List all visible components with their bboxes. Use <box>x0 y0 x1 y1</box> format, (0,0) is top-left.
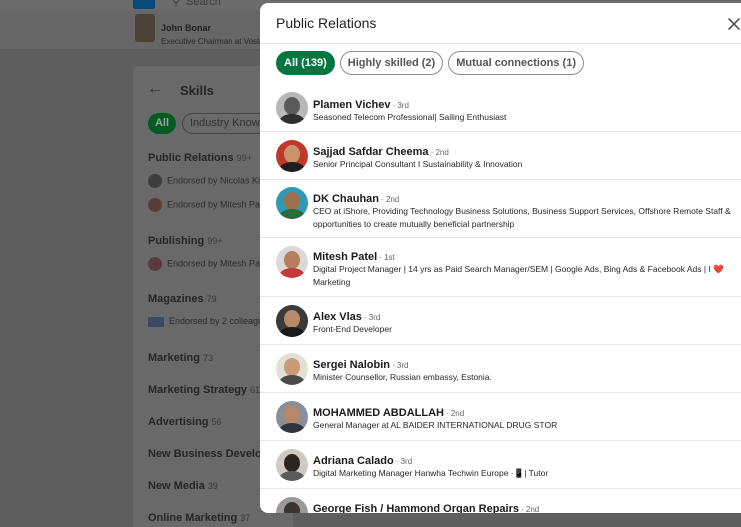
person-headline: Front-End Developer <box>313 324 392 334</box>
list-item[interactable]: Alex Vlas · 3rd Front-End Developer <box>260 297 741 345</box>
endorsement-line: Endorsed by Nicolas Kir <box>148 174 263 188</box>
person-name[interactable]: Adriana Calado <box>313 455 394 467</box>
linkedin-logo-icon[interactable] <box>133 0 155 9</box>
profile-avatar[interactable] <box>135 14 155 42</box>
skills-heading: Skills <box>180 83 214 98</box>
skill-item-marketing-strategy[interactable]: Marketing Strategy 61 <box>148 384 260 396</box>
search-input[interactable]: Search <box>186 0 221 8</box>
list-item[interactable]: Sergei Nalobin · 3rd Minister Counsellor,… <box>260 345 741 393</box>
endorsement-line: Endorsed by Mitesh Pa <box>148 257 260 271</box>
endorser-avatar <box>148 198 162 212</box>
person-headline: Digital Project Manager | 14 yrs as Paid… <box>313 264 724 287</box>
person-headline: Seasoned Telecom Professional| Sailing E… <box>313 112 507 122</box>
list-item[interactable]: MOHAMMED ABDALLAH · 2nd General Manager a… <box>260 393 741 441</box>
connection-degree: · 3rd <box>392 361 409 370</box>
person-name[interactable]: Sajjad Safdar Cheema <box>313 146 429 158</box>
skill-item-advertising[interactable]: Advertising 56 <box>148 416 222 428</box>
list-item[interactable]: DK Chauhan · 2nd CEO at iShore, Providing… <box>260 180 741 238</box>
list-item[interactable]: George Fish / Hammond Organ Repairs · 2nd <box>260 489 741 513</box>
skill-item-publishing[interactable]: Publishing 99+ <box>148 235 223 247</box>
close-icon[interactable] <box>726 16 741 32</box>
colleague-logo-icon <box>148 316 164 327</box>
person-name[interactable]: DK Chauhan <box>313 193 379 205</box>
person-name[interactable]: George Fish / Hammond Organ Repairs <box>313 503 519 513</box>
connection-degree: · 1st <box>379 253 395 262</box>
endorsers-modal: Public Relations All (139) Highly skille… <box>260 3 741 513</box>
skill-item-online-marketing[interactable]: Online Marketing 37 <box>148 512 250 524</box>
profile-name: John Bonar <box>161 23 212 33</box>
connection-degree: · 2nd <box>430 148 449 157</box>
person-name[interactable]: Plamen Vichev <box>313 99 390 111</box>
person-name[interactable]: MOHAMMED ABDALLAH <box>313 407 444 419</box>
avatar[interactable] <box>276 353 308 385</box>
modal-header: Public Relations <box>260 3 741 44</box>
filter-highly-skilled-pill[interactable]: Highly skilled (2) <box>339 51 444 75</box>
person-headline: Digital Marketing Manager Hanwha Techwin… <box>313 468 549 478</box>
endorsement-line: Endorsed by Mitesh Pa <box>148 198 260 212</box>
avatar[interactable] <box>276 449 308 481</box>
filter-mutual-connections-pill[interactable]: Mutual connections (1) <box>448 51 584 75</box>
endorser-avatar <box>148 174 162 188</box>
person-headline: Minister Counsellor, Russian embassy, Es… <box>313 372 492 382</box>
connection-degree: · 2nd <box>521 505 540 513</box>
person-name[interactable]: Alex Vlas <box>313 311 362 323</box>
skill-item-new-media[interactable]: New Media 39 <box>148 480 218 492</box>
list-item[interactable]: Mitesh Patel · 1st Digital Project Manage… <box>260 238 741 297</box>
person-name[interactable]: Mitesh Patel <box>313 251 377 263</box>
filter-all-pill[interactable]: All (139) <box>276 51 335 75</box>
connection-degree: · 3rd <box>392 101 409 110</box>
list-item[interactable]: Sajjad Safdar Cheema · 2nd Senior Princip… <box>260 132 741 180</box>
endorsement-line: Endorsed by 2 colleague <box>148 316 268 327</box>
list-item[interactable]: Plamen Vichev · 3rd Seasoned Telecom Prof… <box>260 86 741 132</box>
skill-item-public-relations[interactable]: Public Relations 99+ <box>148 152 252 164</box>
avatar[interactable] <box>276 187 308 219</box>
filter-pills: All (139) Highly skilled (2) Mutual conn… <box>276 51 584 75</box>
person-headline: Senior Principal Consultant I Sustainabi… <box>313 159 523 169</box>
skill-item-marketing[interactable]: Marketing 73 <box>148 352 213 364</box>
connection-degree: · 2nd <box>381 195 400 204</box>
avatar[interactable] <box>276 246 308 278</box>
skill-item-magazines[interactable]: Magazines 79 <box>148 293 217 305</box>
connection-degree: · 3rd <box>395 457 413 466</box>
list-item[interactable]: Adriana Calado · 3rd Digital Marketing Ma… <box>260 441 741 489</box>
avatar[interactable] <box>276 140 308 172</box>
back-arrow-icon[interactable]: ← <box>147 80 163 98</box>
profile-title: Executive Chairman at Vosto <box>161 37 264 46</box>
modal-title: Public Relations <box>276 15 377 31</box>
endorser-avatar <box>148 257 162 271</box>
avatar[interactable] <box>276 305 308 337</box>
avatar[interactable] <box>276 92 308 124</box>
connection-degree: · 3rd <box>363 313 381 322</box>
person-headline: CEO at iShore, Providing Technology Busi… <box>313 206 731 229</box>
search-icon[interactable]: ⚲ <box>172 0 180 8</box>
connection-degree: · 2nd <box>445 409 465 418</box>
filter-all-pill[interactable]: All <box>148 113 176 134</box>
endorser-list: Plamen Vichev · 3rd Seasoned Telecom Prof… <box>260 86 741 513</box>
avatar[interactable] <box>276 497 308 513</box>
person-headline: General Manager at AL BAIDER INTERNATION… <box>313 420 558 430</box>
avatar[interactable] <box>276 401 308 433</box>
person-name[interactable]: Sergei Nalobin <box>313 359 390 371</box>
